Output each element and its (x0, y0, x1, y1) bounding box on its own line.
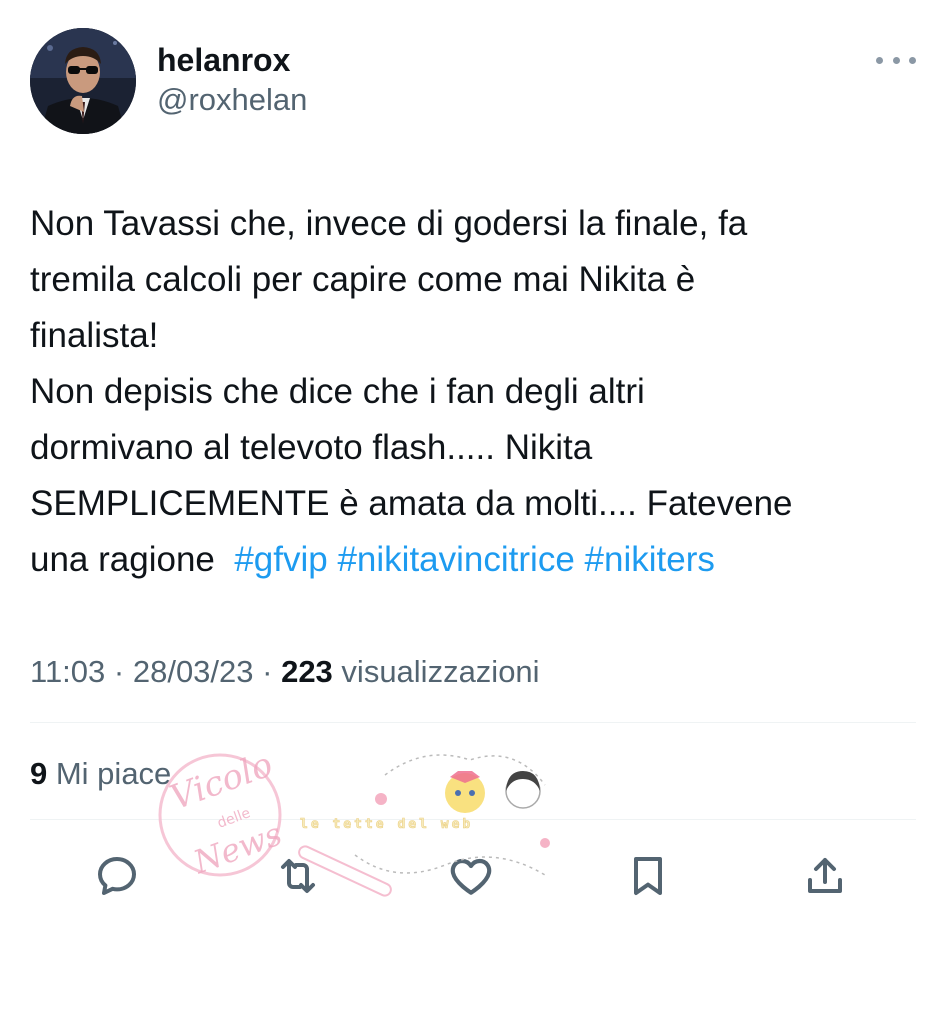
views-count: 223 (281, 654, 333, 689)
watermark-cartoon-eye (455, 790, 461, 796)
divider (30, 722, 916, 723)
share-icon (808, 858, 842, 893)
tweet-meta: 11:03 · 28/03/23 · 223 visualizzazioni (30, 650, 540, 694)
action-bar (0, 848, 946, 904)
meta-separator: · (105, 654, 133, 689)
tweet-time[interactable]: 11:03 (30, 654, 105, 689)
watermark-cartoon-eye (469, 790, 475, 796)
likes-label: Mi piace (47, 756, 172, 791)
tweet-header: helanrox @roxhelan (30, 28, 916, 138)
watermark-cartoon-face (505, 773, 541, 809)
watermark-cartoon-bow (450, 771, 480, 783)
share-button[interactable] (797, 848, 853, 904)
like-button[interactable] (443, 848, 499, 904)
reply-icon (98, 857, 136, 895)
tweet-date[interactable]: 28/03/23 (133, 654, 254, 689)
tweet-text: Non Tavassi che, invece di godersi la fi… (30, 196, 920, 588)
likes-count: 9 (30, 756, 48, 791)
avatar[interactable] (30, 28, 136, 134)
more-options-icon[interactable] (876, 48, 916, 72)
more-dot (892, 56, 900, 64)
watermark-cartoon-hair (506, 771, 540, 791)
views-label: visualizzazioni (332, 654, 540, 689)
like-icon (450, 858, 492, 895)
watermark-paw (540, 838, 550, 848)
display-name[interactable]: helanrox (157, 40, 307, 80)
user-handle[interactable]: @roxhelan (157, 80, 307, 120)
hashtag-link[interactable]: #gfvip (234, 540, 327, 579)
retweet-icon (281, 859, 315, 893)
watermark-cartoon-face (445, 773, 485, 813)
retweet-button[interactable] (270, 848, 326, 904)
tweet-body: Non Tavassi che, invece di godersi la fi… (30, 204, 793, 579)
reply-button[interactable] (89, 848, 145, 904)
bookmark-icon (634, 857, 662, 895)
bookmark-button[interactable] (620, 848, 676, 904)
avatar-image (30, 28, 136, 134)
watermark-paw (375, 793, 387, 805)
hashtag-link[interactable]: #nikiters (585, 540, 715, 579)
divider (30, 819, 916, 820)
likes-stat[interactable]: 9 Mi piace (30, 752, 171, 796)
hashtag-link[interactable]: #nikitavincitrice (337, 540, 574, 579)
user-names: helanrox @roxhelan (157, 40, 307, 120)
watermark-stamp-text: Vicolo (165, 745, 278, 819)
more-dot (909, 56, 916, 64)
more-dot (876, 56, 883, 64)
meta-separator: · (253, 654, 282, 689)
watermark-dotted-line (384, 754, 546, 786)
